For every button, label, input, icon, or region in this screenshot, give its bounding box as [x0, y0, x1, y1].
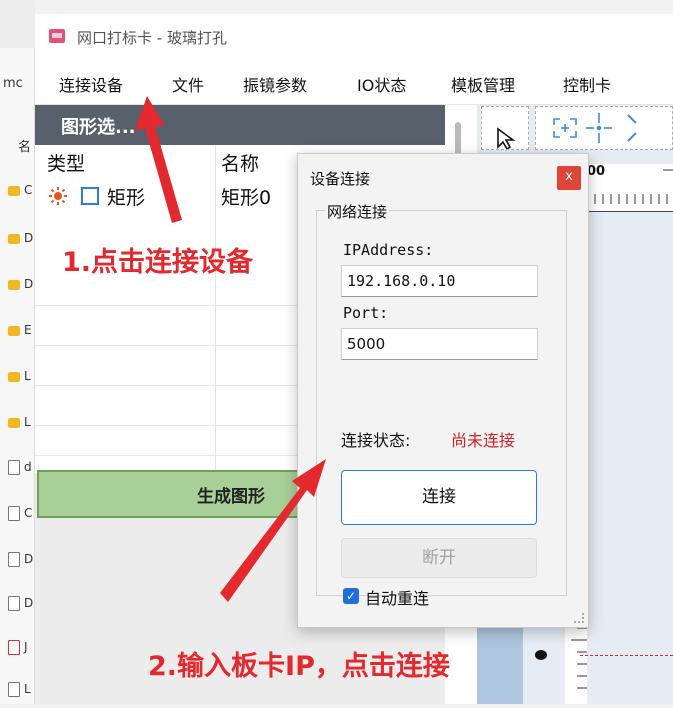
annotation-arrows — [135, 96, 326, 602]
arrow-to-menu — [135, 96, 182, 223]
arrow-to-connect — [220, 459, 326, 602]
annotation-step-1: 1.点击连接设备 — [62, 247, 254, 278]
annotation-step-2: 2.输入板卡IP，点击连接 — [148, 651, 450, 682]
